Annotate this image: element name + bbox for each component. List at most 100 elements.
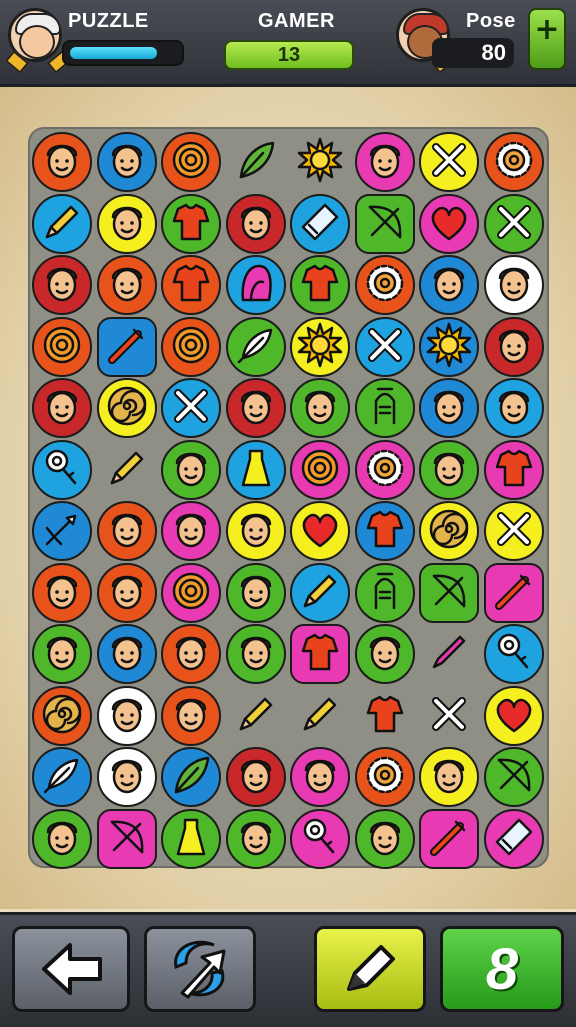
tile-crossed-r5c3[interactable] (161, 378, 221, 438)
tile-leaf-r11c3[interactable] (161, 747, 221, 807)
tile-target-r4c3[interactable] (161, 316, 221, 377)
tile-heart-r2c7[interactable] (419, 193, 479, 254)
tile-face-r11c5[interactable] (290, 747, 350, 807)
tile-target-r4c1[interactable] (32, 316, 92, 377)
tile-gear-r6c6[interactable] (354, 439, 415, 500)
tile-face-r12c1[interactable] (32, 808, 92, 869)
tile-face-r2c4[interactable] (225, 193, 286, 254)
tile-bow-r8c7[interactable] (419, 562, 479, 623)
tile-tool-r8c6[interactable] (354, 562, 415, 623)
player1-avatar[interactable] (4, 8, 72, 74)
tile-face-r7c2[interactable] (96, 501, 157, 561)
tile-face-r9c4[interactable] (225, 624, 286, 684)
tile-pencil-r8c5[interactable] (290, 562, 350, 623)
tile-shirt-r2c3[interactable] (161, 193, 221, 254)
tile-face-r2c2[interactable] (96, 193, 157, 254)
shuffle-button[interactable] (144, 926, 256, 1012)
tile-crossed-r1c7[interactable] (419, 132, 479, 192)
tile-face-r6c3[interactable] (161, 439, 221, 500)
tile-sun-r1c5[interactable] (290, 132, 350, 192)
tile-shirt-r10c6[interactable] (355, 686, 415, 746)
tile-spiral-r5c2[interactable] (96, 378, 157, 438)
tile-face-r1c1[interactable] (32, 132, 92, 192)
tile-face-r1c2[interactable] (96, 132, 157, 192)
tile-sun-r4c5[interactable] (290, 316, 350, 377)
tile-bottle-r12c8[interactable] (483, 808, 544, 869)
tile-sword-r4c2[interactable] (96, 316, 157, 377)
moves-counter-button[interactable]: 8 (440, 926, 564, 1012)
tile-shirt-r7c6[interactable] (354, 501, 415, 561)
tile-face-r3c1[interactable] (32, 255, 92, 315)
tile-heart-r10c8[interactable] (483, 685, 544, 746)
tile-face-r8c1[interactable] (32, 562, 92, 623)
tile-face-r5c5[interactable] (290, 378, 350, 438)
tile-face-r11c4[interactable] (225, 747, 286, 807)
tile-face-r10c3[interactable] (161, 685, 221, 746)
tile-crossed-r7c8[interactable] (483, 501, 544, 561)
tile-face-r10c2[interactable] (96, 685, 157, 746)
tile-bow-r11c8[interactable] (483, 747, 544, 807)
tile-face-r9c6[interactable] (354, 624, 415, 684)
tile-target-r1c3[interactable] (161, 132, 221, 192)
tile-face-r4c8[interactable] (483, 316, 544, 377)
tile-face-r8c4[interactable] (225, 562, 286, 623)
tile-sword-r8c8[interactable] (483, 562, 544, 623)
tile-sword-r12c7[interactable] (419, 808, 479, 869)
tile-bottle-r2c5[interactable] (290, 193, 350, 254)
tile-shirt-r3c3[interactable] (161, 255, 221, 315)
tile-dress-r12c3[interactable] (161, 808, 221, 869)
tile-key-r12c5[interactable] (290, 808, 350, 869)
tile-face-r5c8[interactable] (483, 378, 544, 438)
tile-face-r9c1[interactable] (32, 624, 92, 684)
tile-spear-r7c1[interactable] (32, 501, 92, 561)
tile-key-r6c1[interactable] (32, 439, 92, 500)
tile-face-r11c7[interactable] (419, 747, 479, 807)
tile-sun-r4c7[interactable] (419, 316, 479, 377)
tile-bow-r2c6[interactable] (354, 193, 415, 254)
tile-face-r11c2[interactable] (96, 747, 157, 807)
tile-face-r5c7[interactable] (419, 378, 479, 438)
tile-pencil-r6c2[interactable] (97, 440, 157, 500)
tile-face-r1c6[interactable] (354, 132, 415, 192)
tile-face-r3c8[interactable] (483, 255, 544, 315)
tile-tool-r5c6[interactable] (354, 378, 415, 438)
tile-face-r9c2[interactable] (96, 624, 157, 684)
tile-face-r5c1[interactable] (32, 378, 92, 438)
tile-face-r12c4[interactable] (225, 808, 286, 869)
tile-key-r9c8[interactable] (483, 624, 544, 684)
tile-face-r7c4[interactable] (225, 501, 286, 561)
tile-shirt-r6c8[interactable] (483, 439, 544, 500)
tile-face-r5c4[interactable] (225, 378, 286, 438)
tile-heart-r7c5[interactable] (290, 501, 350, 561)
tile-hood-r3c4[interactable] (225, 255, 286, 315)
back-button[interactable] (12, 926, 130, 1012)
tile-feather-r11c1[interactable] (32, 747, 92, 807)
tile-pencil-r10c5[interactable] (290, 686, 350, 746)
tile-dress-r6c4[interactable] (225, 439, 286, 500)
add-button[interactable]: + (528, 8, 566, 70)
hint-button[interactable] (314, 926, 426, 1012)
tile-target-r6c5[interactable] (290, 439, 350, 500)
tile-shirt-r9c5[interactable] (290, 624, 350, 684)
tile-crossed-r10c7[interactable] (419, 686, 479, 746)
tile-pencil-r10c4[interactable] (226, 686, 286, 746)
tile-gear-r1c8[interactable] (483, 132, 544, 192)
tile-spiral-r7c7[interactable] (419, 501, 479, 561)
tile-face-r8c2[interactable] (96, 562, 157, 623)
tile-face-r3c2[interactable] (96, 255, 157, 315)
tile-face-r7c3[interactable] (161, 501, 221, 561)
tile-face-r9c3[interactable] (161, 624, 221, 684)
tile-bow-r12c2[interactable] (96, 808, 157, 869)
tile-face-r6c7[interactable] (419, 439, 479, 500)
tile-spiral-r10c1[interactable] (32, 685, 92, 746)
tile-crossed-r4c6[interactable] (354, 316, 415, 377)
tile-target-r8c3[interactable] (161, 562, 221, 623)
tile-face-r12c6[interactable] (354, 808, 415, 869)
tile-pen-r9c7[interactable] (419, 624, 479, 684)
tile-gear-r11c6[interactable] (354, 747, 415, 807)
tile-pencil-r2c1[interactable] (32, 193, 92, 254)
tile-gear-r3c6[interactable] (354, 255, 415, 315)
tile-face-r3c7[interactable] (419, 255, 479, 315)
tile-shirt-r3c5[interactable] (290, 255, 350, 315)
tile-crossed-r2c8[interactable] (483, 193, 544, 254)
